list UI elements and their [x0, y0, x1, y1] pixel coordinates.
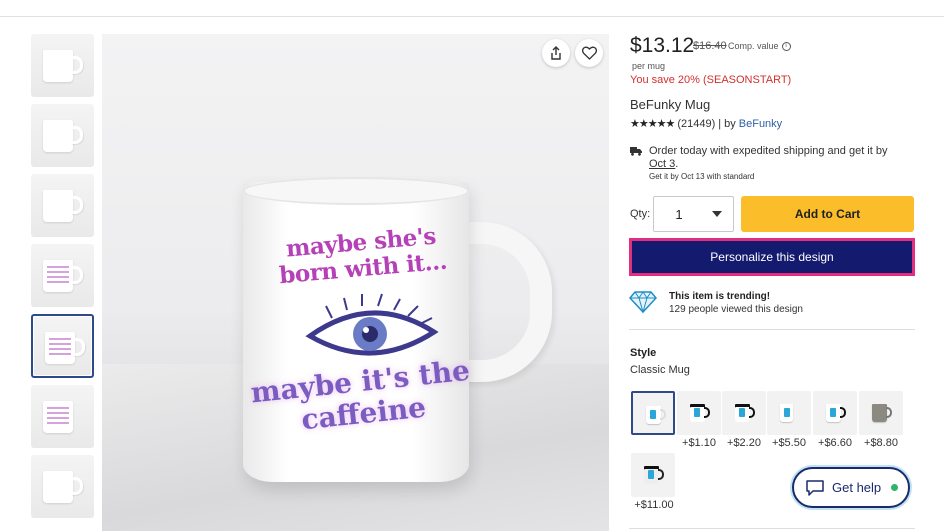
thumbnail-5-selected[interactable]: [31, 314, 94, 378]
brand-link[interactable]: BeFunky: [739, 118, 782, 130]
style-label: Style: [630, 347, 657, 359]
chevron-down-icon: [712, 211, 722, 217]
share-button[interactable]: [542, 39, 570, 67]
favorite-button[interactable]: [575, 39, 603, 67]
thumbnail-3[interactable]: [31, 174, 94, 237]
product-name: BeFunky Mug: [630, 97, 711, 112]
style-option-classic[interactable]: [631, 391, 675, 435]
style-option-5[interactable]: [813, 391, 857, 435]
divider: [629, 329, 915, 330]
style-value: Classic Mug: [630, 364, 690, 376]
info-icon[interactable]: i: [781, 41, 791, 51]
thumbnail-6[interactable]: [31, 385, 94, 448]
top-navigation-bar: [0, 0, 944, 17]
shipping-date[interactable]: Oct 3.: [649, 158, 678, 170]
chat-bubble-icon: [806, 479, 824, 496]
product-main-image[interactable]: maybe she's born with it... maybe it's t…: [102, 34, 609, 531]
add-to-cart-button[interactable]: Add to Cart: [741, 196, 914, 232]
shipping-date-suffix: .: [675, 158, 679, 170]
mug-rim: [243, 177, 469, 205]
style-option-2[interactable]: [677, 391, 721, 435]
quantity-select[interactable]: 1: [653, 196, 734, 232]
share-icon: [551, 46, 561, 60]
original-price: $16.40: [693, 40, 727, 52]
style-option-2-price: +$1.10: [682, 437, 716, 449]
heart-icon: [581, 46, 597, 60]
get-help-label: Get help: [832, 480, 882, 495]
quantity-label: Qty:: [630, 208, 651, 220]
get-help-button[interactable]: Get help: [792, 467, 910, 508]
savings-text: You save 20% (SEASONSTART): [630, 74, 792, 86]
eye-graphic: [305, 293, 439, 356]
thumbnail-2[interactable]: [31, 104, 94, 167]
star-rating[interactable]: ★★★★★: [630, 117, 675, 130]
trending-title: This item is trending!: [669, 291, 771, 302]
style-option-4-price: +$5.50: [772, 437, 806, 449]
style-option-6[interactable]: [859, 391, 903, 435]
diamond-icon: [629, 291, 657, 314]
truck-icon: [630, 147, 642, 156]
style-option-6-price: +$8.80: [864, 437, 898, 449]
shipping-expedited-text: Order today with expedited shipping and …: [649, 145, 888, 157]
thumbnail-7[interactable]: [31, 455, 94, 518]
style-option-3-price: +$2.20: [727, 437, 761, 449]
style-option-3[interactable]: [722, 391, 766, 435]
style-option-5-price: +$6.60: [818, 437, 852, 449]
shipping-date-link[interactable]: Oct 3: [649, 158, 675, 170]
current-price: $13.12: [630, 34, 695, 57]
style-option-4[interactable]: [767, 391, 811, 435]
trending-subtitle: 129 people viewed this design: [669, 304, 803, 315]
by-label: | by: [718, 117, 736, 130]
quantity-value: 1: [675, 206, 683, 222]
thumbnail-4[interactable]: [31, 244, 94, 307]
comp-value-label: Comp. value: [728, 41, 779, 51]
thumbnail-1[interactable]: [31, 34, 94, 97]
unit-label: per mug: [632, 61, 666, 71]
shipping-standard-text: Get it by Oct 13 with standard: [649, 172, 755, 181]
style-option-7[interactable]: [631, 453, 675, 497]
mug-handle: [462, 222, 552, 382]
personalize-button[interactable]: Personalize this design: [629, 238, 915, 276]
review-count[interactable]: (21449): [677, 118, 715, 130]
style-option-7-price: +$11.00: [634, 499, 674, 511]
divider-bottom: [629, 528, 915, 529]
comp-value[interactable]: Comp. value i: [728, 41, 791, 51]
rating-row: ★★★★★ (21449) | by BeFunky: [630, 117, 782, 131]
online-status-dot: [891, 484, 899, 491]
